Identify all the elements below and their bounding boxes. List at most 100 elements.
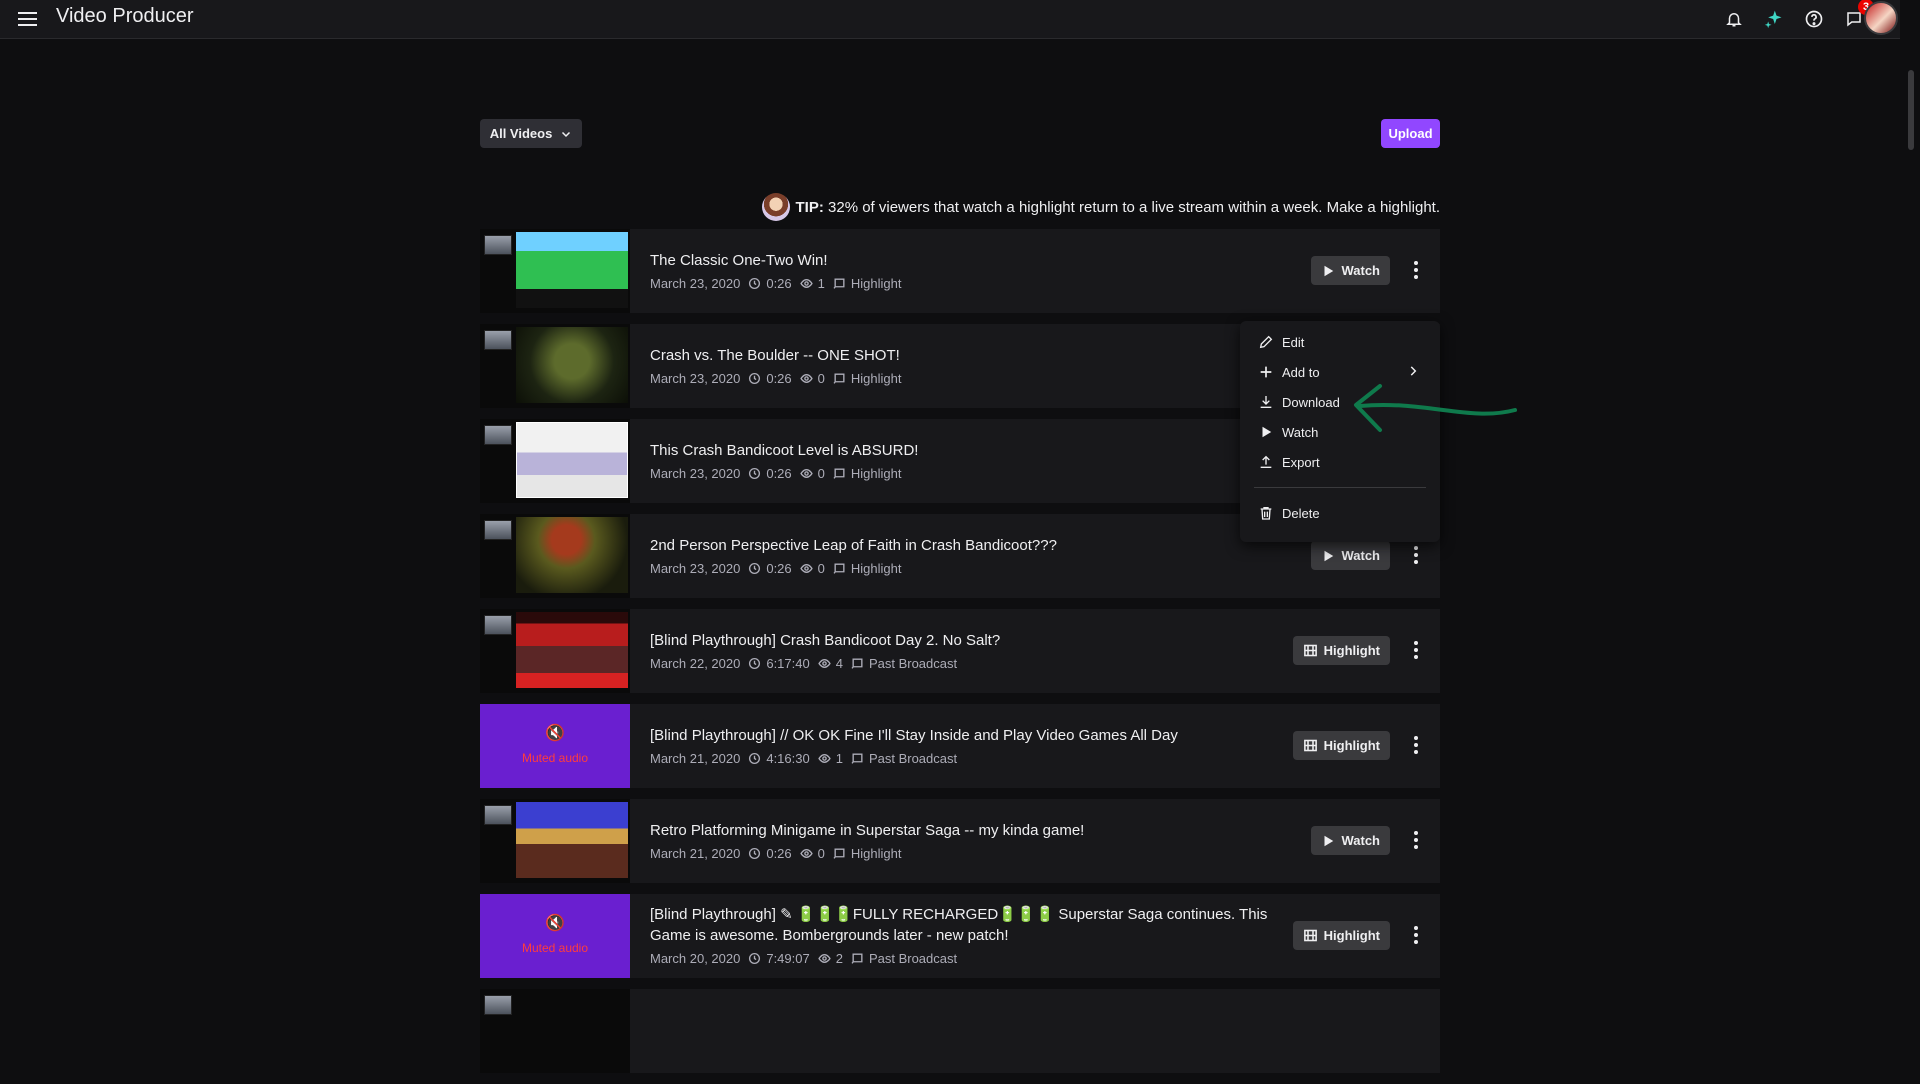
- chevron-right-icon: [1410, 366, 1417, 376]
- video-title[interactable]: [Blind Playthrough] Crash Bandicoot Day …: [650, 630, 1290, 651]
- create-highlight-button[interactable]: Highlight: [1292, 636, 1390, 665]
- clock-icon: [749, 952, 761, 965]
- video-title[interactable]: This Crash Bandicoot Level is ABSURD!: [650, 440, 1290, 461]
- muted-audio-label: Muted audio: [521, 941, 589, 955]
- video-title[interactable]: The Classic One-Two Win!: [650, 250, 1290, 271]
- views-eye-icon: [799, 564, 813, 573]
- watch-button-label: Watch: [1341, 263, 1380, 278]
- more-options-button[interactable]: [1404, 824, 1428, 856]
- video-date: March 23, 2020: [650, 561, 741, 576]
- menu-item-export[interactable]: Export: [1240, 447, 1440, 477]
- more-options-button[interactable]: [1404, 634, 1428, 666]
- menu-icon[interactable]: [16, 7, 40, 31]
- watch-button-label: Watch: [1341, 833, 1380, 848]
- menu-item-label: Export: [1282, 454, 1320, 470]
- video-duration: 0:26: [766, 466, 792, 481]
- watch-button-label: Watch: [1341, 548, 1380, 563]
- video-type-icon: [851, 753, 863, 764]
- page-scrollbar[interactable]: [1900, 0, 1920, 996]
- play-icon: [1262, 426, 1272, 438]
- video-thumbnail[interactable]: 🔇 Muted audio: [480, 704, 630, 788]
- video-title[interactable]: [Blind Playthrough] ✎ 🔋🔋🔋FULLY RECHARGED…: [650, 904, 1290, 946]
- video-views: 0: [817, 371, 825, 386]
- video-thumbnail[interactable]: [480, 229, 630, 313]
- video-duration: 4:16:30: [766, 751, 810, 766]
- download-icon: [1260, 396, 1272, 408]
- app-title: Video Producer: [56, 5, 194, 27]
- highlight-button-label: Highlight: [1323, 738, 1380, 753]
- user-avatar[interactable]: [1864, 1, 1898, 35]
- menu-item-delete[interactable]: Delete: [1240, 498, 1440, 528]
- video-row[interactable]: [Blind Playthrough] Crash Bandicoot Day …: [480, 609, 1440, 693]
- upload-button[interactable]: Upload: [1381, 119, 1440, 148]
- muted-speaker-icon: 🔇: [545, 915, 565, 932]
- clock-icon: [749, 752, 761, 765]
- video-row[interactable]: [480, 989, 1440, 1073]
- video-title[interactable]: [Blind Playthrough] // OK OK Fine I'll S…: [650, 725, 1290, 746]
- watch-button[interactable]: Watch: [1311, 256, 1390, 285]
- video-views: 4: [835, 656, 843, 671]
- video-type-icon: [851, 953, 863, 964]
- play-icon: [1324, 835, 1334, 846]
- video-views: 0: [817, 561, 825, 576]
- create-highlight-button[interactable]: Highlight: [1292, 731, 1390, 760]
- highlight-button-label: Highlight: [1323, 928, 1380, 943]
- chevron-down-icon: [562, 131, 571, 137]
- film-icon: [1303, 929, 1317, 942]
- video-title[interactable]: 2nd Person Perspective Leap of Faith in …: [650, 535, 1290, 556]
- video-row[interactable]: 🔇 Muted audio [Blind Playthrough] // OK …: [480, 704, 1440, 788]
- video-thumbnail[interactable]: [480, 989, 630, 1073]
- menu-item-label: Download: [1282, 394, 1340, 410]
- more-options-button[interactable]: [1404, 254, 1428, 286]
- play-icon: [1324, 550, 1334, 561]
- views-eye-icon: [818, 754, 831, 763]
- video-type-icon: [833, 848, 845, 859]
- upload-icon: [1260, 455, 1272, 468]
- video-thumbnail[interactable]: [480, 609, 630, 693]
- video-thumbnail[interactable]: [480, 514, 630, 598]
- clock-icon: [749, 277, 761, 290]
- video-views: 1: [835, 751, 843, 766]
- help-icon[interactable]: [1798, 3, 1830, 35]
- video-type-icon: [833, 373, 845, 384]
- plus-icon: [1260, 366, 1272, 378]
- video-row[interactable]: 🔇 Muted audio [Blind Playthrough] ✎ 🔋🔋🔋F…: [480, 894, 1440, 978]
- video-filter-dropdown[interactable]: All Videos: [480, 119, 582, 148]
- video-thumbnail[interactable]: [480, 419, 630, 503]
- more-options-button[interactable]: [1404, 539, 1428, 571]
- scrollbar-thumb[interactable]: [1908, 70, 1914, 150]
- video-type: Highlight: [850, 561, 902, 576]
- video-views: 2: [835, 951, 843, 966]
- video-thumbnail[interactable]: [480, 324, 630, 408]
- video-thumbnail[interactable]: [480, 799, 630, 883]
- video-views: 0: [817, 846, 825, 861]
- more-options-button[interactable]: [1404, 919, 1428, 951]
- notifications-bell-icon[interactable]: [1718, 3, 1750, 35]
- video-type-icon: [833, 563, 845, 574]
- video-thumbnail[interactable]: 🔇 Muted audio: [480, 894, 630, 978]
- video-views: 0: [817, 466, 825, 481]
- video-title[interactable]: Retro Platforming Minigame in Superstar …: [650, 820, 1290, 841]
- views-eye-icon: [799, 469, 813, 478]
- create-highlight-button[interactable]: Highlight: [1292, 921, 1390, 950]
- video-type-icon: [851, 658, 863, 669]
- clock-icon: [749, 372, 761, 385]
- video-duration: 0:26: [766, 561, 792, 576]
- video-duration: 0:26: [766, 371, 792, 386]
- more-options-button[interactable]: [1404, 729, 1428, 761]
- menu-item-edit[interactable]: Edit: [1240, 327, 1440, 357]
- views-eye-icon: [818, 954, 831, 963]
- video-row[interactable]: The Classic One-Two Win! March 23, 2020 …: [480, 229, 1440, 313]
- video-title[interactable]: Crash vs. The Boulder -- ONE SHOT!: [650, 345, 1290, 366]
- sparkle-icon[interactable]: [1758, 3, 1790, 35]
- watch-button[interactable]: Watch: [1311, 826, 1390, 855]
- video-row[interactable]: Retro Platforming Minigame in Superstar …: [480, 799, 1440, 883]
- tip-banner: TIP: 32% of viewers that watch a highlig…: [761, 193, 1440, 221]
- pencil-icon: [1259, 335, 1273, 349]
- views-eye-icon: [799, 849, 813, 858]
- watch-button[interactable]: Watch: [1311, 541, 1390, 570]
- clock-icon: [749, 847, 761, 860]
- views-eye-icon: [799, 279, 813, 288]
- video-type: Highlight: [850, 846, 902, 861]
- play-icon: [1324, 265, 1334, 276]
